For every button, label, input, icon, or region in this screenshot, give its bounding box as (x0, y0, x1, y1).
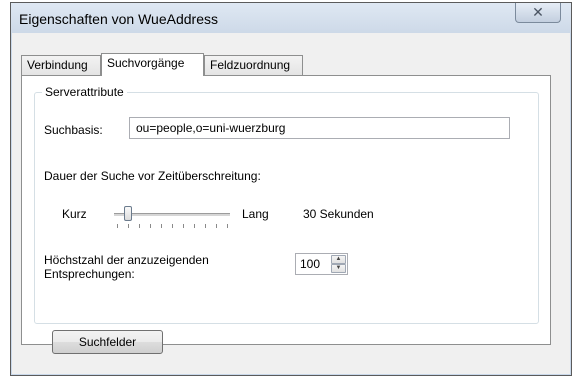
chevron-up-icon: ▲ (335, 256, 342, 262)
spin-up-button[interactable]: ▲ (331, 255, 346, 264)
max-results-value: 100 (300, 257, 321, 271)
max-results-stepper[interactable]: 100 ▲ ▼ (295, 253, 348, 275)
title-bar[interactable]: Eigenschaften von WueAddress ✕ (11, 3, 571, 33)
close-button[interactable]: ✕ (515, 3, 561, 23)
slider-min-label: Kurz (62, 207, 87, 221)
slider-max-label: Lang (242, 207, 269, 221)
spin-down-button[interactable]: ▼ (331, 264, 346, 273)
max-results-label: Höchstzahl der anzuzeigenden Entsprechun… (44, 253, 209, 281)
chevron-down-icon: ▼ (335, 265, 342, 271)
window-title: Eigenschaften von WueAddress (19, 11, 218, 27)
group-label: Serverattribute (42, 85, 127, 99)
server-attributes-group: Serverattribute Suchbasis: ou=people,o=u… (34, 85, 539, 324)
search-fields-button[interactable]: Suchfelder (52, 330, 163, 354)
tab-verbindung[interactable]: Verbindung (21, 55, 101, 75)
tab-feldzuordnung[interactable]: Feldzuordnung (204, 55, 303, 75)
slider-ticks (117, 224, 229, 229)
tab-panel-suchvorgaenge: Serverattribute Suchbasis: ou=people,o=u… (21, 75, 551, 345)
timeout-slider-thumb[interactable] (124, 206, 132, 221)
slider-value-text: 30 Sekunden (303, 207, 374, 221)
close-icon: ✕ (532, 4, 544, 20)
properties-dialog: Eigenschaften von WueAddress ✕ Verbindun… (10, 2, 572, 376)
tab-suchvorgaenge[interactable]: Suchvorgänge (101, 53, 204, 76)
dialog-client-area: Verbindung Suchvorgänge Feldzuordnung Se… (13, 33, 569, 373)
search-base-label: Suchbasis: (44, 123, 103, 137)
timeout-label: Dauer der Suche vor Zeitüberschreitung: (44, 169, 261, 183)
search-base-input[interactable]: ou=people,o=uni-wuerzburg (129, 117, 510, 139)
